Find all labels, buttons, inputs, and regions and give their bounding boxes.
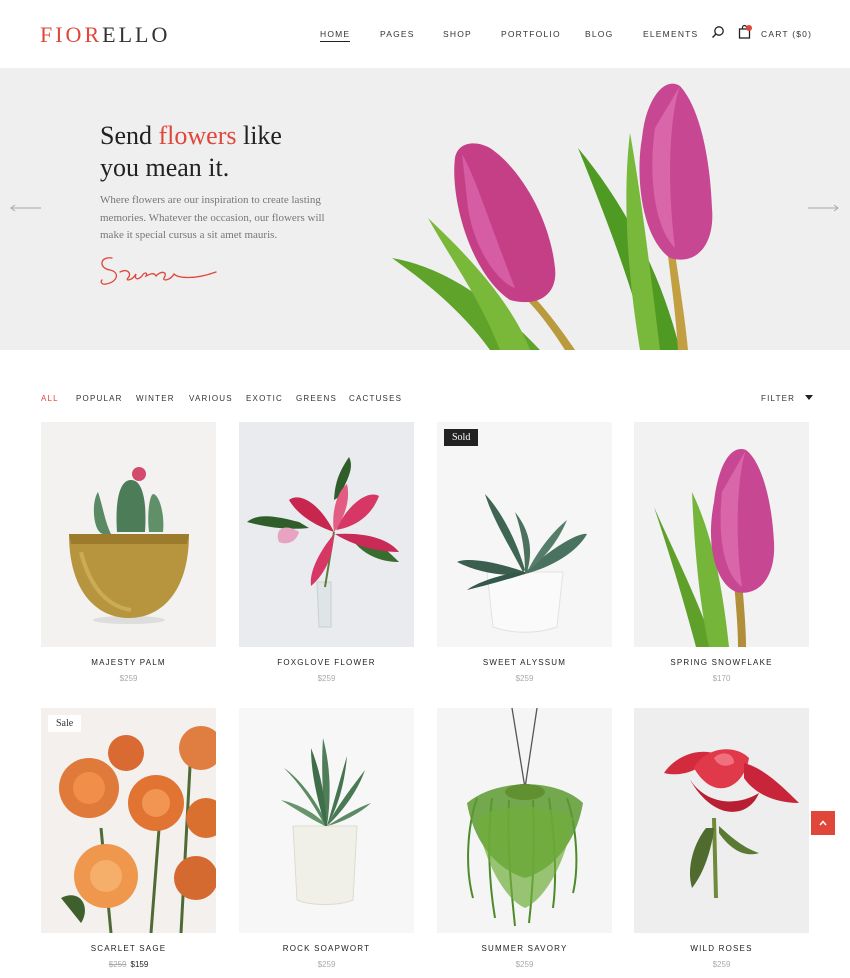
site-header: FIORELLO HOME PAGES SHOP PORTFOLIO BLOG …	[0, 0, 850, 68]
filter-tab-all[interactable]: ALL	[41, 394, 59, 403]
filter-tab-popular[interactable]: POPULAR	[76, 394, 123, 403]
nav-pages[interactable]: PAGES	[380, 29, 415, 39]
product-image[interactable]	[239, 708, 414, 933]
filter-dropdown[interactable]: FILTER	[761, 394, 813, 403]
sold-badge: Sold	[444, 429, 479, 446]
product-name[interactable]: MAJESTY PALM	[41, 658, 216, 667]
filter-tab-various[interactable]: VARIOUS	[189, 394, 233, 403]
aloe-image	[281, 738, 371, 905]
product-image[interactable]	[634, 708, 809, 933]
hero-tulips-image	[392, 83, 713, 350]
cactus-pot-image	[69, 467, 189, 624]
filter-tab-winter[interactable]: WINTER	[136, 394, 175, 403]
product-price: $170	[712, 674, 731, 683]
product-image[interactable]	[437, 708, 612, 933]
product-price: $259	[317, 960, 336, 969]
product-price: $259	[515, 674, 534, 683]
hero-title-post: like	[236, 121, 282, 150]
product-name[interactable]: ROCK SOAPWORT	[239, 944, 414, 953]
product-name[interactable]: SCARLET SAGE	[41, 944, 216, 953]
product-image[interactable]	[634, 422, 809, 647]
product-price: $259	[515, 960, 534, 969]
product-price: $259	[317, 674, 336, 683]
filter-label: FILTER	[761, 394, 796, 403]
hanging-fern-image	[467, 708, 583, 927]
tulip-image	[654, 449, 775, 647]
signature-image	[100, 257, 217, 285]
filter-tab-exotic[interactable]: EXOTIC	[246, 394, 283, 403]
orange-roses-image	[59, 726, 216, 933]
nav-elements[interactable]: ELEMENTS	[643, 29, 698, 39]
red-rose-image	[664, 749, 799, 899]
hero-title-highlight: flowers	[158, 121, 237, 150]
caret-down-icon	[804, 395, 813, 400]
arrow-left-icon[interactable]	[10, 204, 42, 212]
logo-dark-part: ELLO	[102, 22, 171, 47]
nav-blog[interactable]: BLOG	[585, 29, 613, 39]
hero-title-pre: Send	[100, 121, 159, 150]
product-price: $259	[119, 674, 138, 683]
product-name[interactable]: SPRING SNOWFLAKE	[634, 658, 809, 667]
lily-image	[247, 457, 399, 628]
product-name[interactable]: WILD ROSES	[634, 944, 809, 953]
hero-title: Send flowers like you mean it.	[100, 120, 282, 184]
product-name[interactable]: SUMMER SAVORY	[437, 944, 612, 953]
hero-slider: Send flowers like you mean it. Where flo…	[0, 68, 850, 350]
nav-portfolio[interactable]: PORTFOLIO	[501, 29, 561, 39]
nav-shop[interactable]: SHOP	[443, 29, 472, 39]
cart-link[interactable]: CART ($0)	[761, 29, 812, 39]
product-image[interactable]	[41, 422, 216, 647]
succulent-image	[457, 494, 587, 633]
filter-tab-greens[interactable]: GREENS	[296, 394, 337, 403]
shopping-bag-icon[interactable]	[738, 24, 752, 40]
hero-text: Where flowers are our inspiration to cre…	[100, 194, 325, 241]
logo-red-part: FIOR	[40, 22, 103, 47]
product-image[interactable]	[239, 422, 414, 647]
scroll-to-top-button[interactable]	[811, 811, 835, 835]
product-price: $259 $159	[41, 960, 216, 969]
logo[interactable]: FIORELLO	[40, 22, 170, 48]
old-price: $259	[108, 960, 127, 969]
product-price: $259	[712, 960, 731, 969]
filter-tab-cactuses[interactable]: CACTUSES	[349, 394, 402, 403]
chevron-up-icon	[819, 820, 827, 826]
sale-price: $159	[130, 960, 149, 969]
nav-home[interactable]: HOME	[320, 29, 351, 42]
sale-badge: Sale	[48, 715, 82, 732]
product-image[interactable]	[41, 708, 216, 933]
product-name[interactable]: FOXGLOVE FLOWER	[239, 658, 414, 667]
product-image[interactable]	[437, 422, 612, 647]
search-icon[interactable]	[711, 25, 725, 39]
arrow-right-icon[interactable]	[807, 204, 839, 212]
product-name[interactable]: SWEET ALYSSUM	[437, 658, 612, 667]
hero-title-line2: you mean it.	[100, 153, 230, 182]
